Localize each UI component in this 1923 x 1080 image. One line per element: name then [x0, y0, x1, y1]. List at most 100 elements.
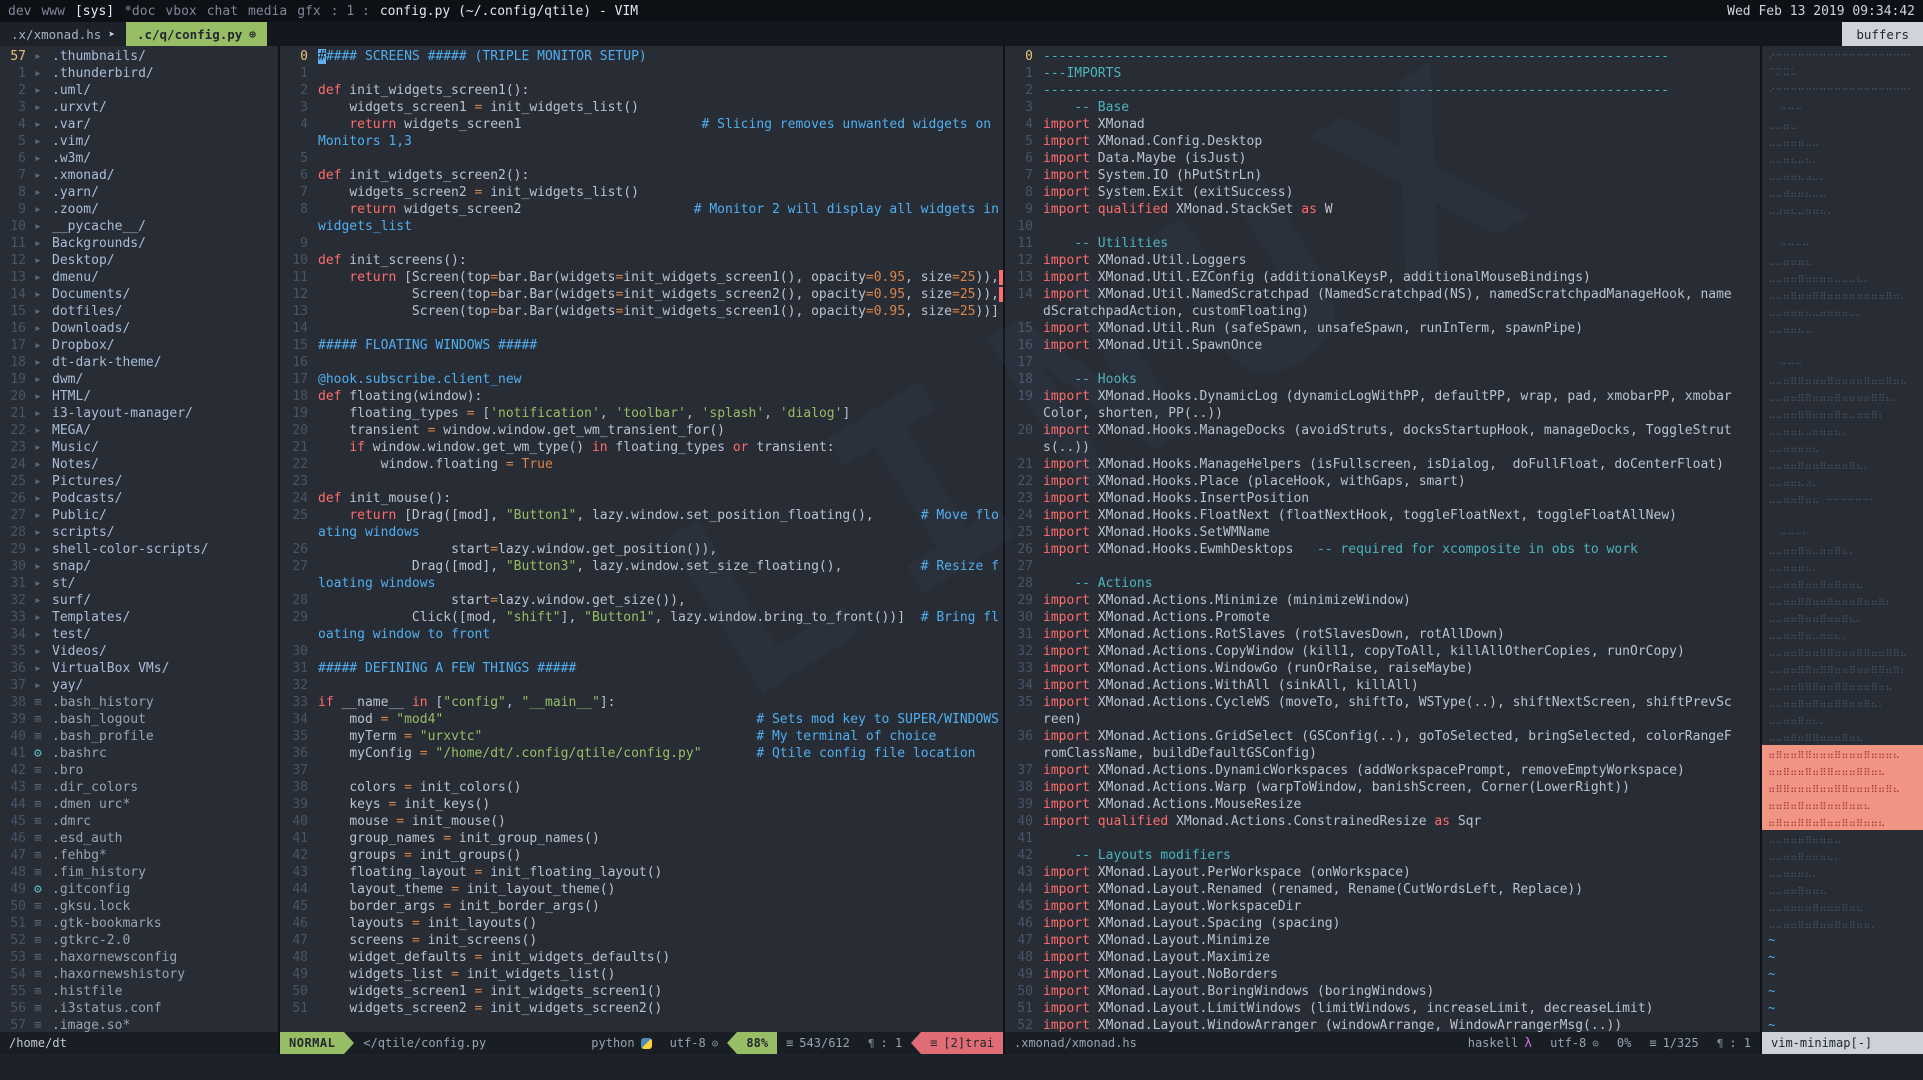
- tree-entry-Templates[interactable]: 33▸Templates/: [0, 609, 278, 626]
- code-line[interactable]: 14import XMonad.Util.NamedScratchpad (Na…: [1005, 286, 1760, 320]
- minimap-row[interactable]: ⣀⣀⣤⣤⣤⣤⣶⣤⣤⣤⣶⣤⣄: [1762, 898, 1923, 915]
- code-line[interactable]: 5: [280, 150, 1003, 167]
- command-line[interactable]: [0, 1054, 1923, 1080]
- tree-entry-surf[interactable]: 32▸surf/: [0, 592, 278, 609]
- minimap-highlight-row[interactable]: ⣤⣶⣤⣤⣶⣶⣤⣤⣤⣶⣤⣤⣤⣶⣤⣤⣤⣄: [1762, 745, 1923, 762]
- workspace-www[interactable]: www: [41, 4, 64, 19]
- tree-entry-bashprofile[interactable]: 40≡.bash_profile: [0, 728, 278, 745]
- code-line[interactable]: 27 Drag([mod], "Button3", lazy.window.se…: [280, 558, 1003, 592]
- code-line[interactable]: 48 widget_defaults = init_widgets_defaul…: [280, 949, 1003, 966]
- code-line[interactable]: 9: [280, 235, 1003, 252]
- code-line[interactable]: 32: [280, 677, 1003, 694]
- minimap-row[interactable]: ⣀⣀⣤⣤⣶⣤⣤⣄: [1762, 881, 1923, 898]
- tree-entry-Backgrounds[interactable]: 11▸Backgrounds/: [0, 235, 278, 252]
- code-line[interactable]: 50 widgets_screen1 = init_widgets_screen…: [280, 983, 1003, 1000]
- minimap-row[interactable]: ⣀⣀⣤⣤⣶⣤⣀⣤⣤⣄⡀: [1762, 626, 1923, 643]
- code-line[interactable]: 40 mouse = init_mouse(): [280, 813, 1003, 830]
- minimap-row[interactable]: ⣀⣀⣤⣤⣶⣤⣤⣶⣤⣶⣤⣤⣄: [1762, 575, 1923, 592]
- code-line[interactable]: 43 floating_layout = init_floating_layou…: [280, 864, 1003, 881]
- tree-entry-haxornewshistory[interactable]: 54≡.haxornewshistory: [0, 966, 278, 983]
- tree-entry-HTML[interactable]: 20▸HTML/: [0, 388, 278, 405]
- code-line[interactable]: 22import XMonad.Hooks.Place (placeHook, …: [1005, 473, 1760, 490]
- minimap-row[interactable]: ⣀⣀⣴⣤⣤⣄⣀⣀: [1762, 184, 1923, 201]
- minimap-row[interactable]: ⣀⣀⣤⣤⣤⣄⣀⣤⣤⣤⣤⣀⡀: [1762, 303, 1923, 320]
- tree-entry-bashrc[interactable]: 41⚙.bashrc: [0, 745, 278, 762]
- code-line[interactable]: 19import XMonad.Hooks.DynamicLog (dynami…: [1005, 388, 1760, 422]
- minimap-row[interactable]: ⣀⣀⣤⣤⣶⣤⣄⡀: [1762, 711, 1923, 728]
- tree-entry-thunderbird[interactable]: 1▸.thunderbird/: [0, 65, 278, 82]
- code-line[interactable]: 18 -- Hooks: [1005, 371, 1760, 388]
- tree-entry-zoom[interactable]: 9▸.zoom/: [0, 201, 278, 218]
- minimap-row[interactable]: ⠤⠤⠤: [1762, 354, 1923, 371]
- minimap-row[interactable]: ~: [1762, 949, 1923, 966]
- code-line[interactable]: 24import XMonad.Hooks.FloatNext (floatNe…: [1005, 507, 1760, 524]
- tab--c-q-config-py[interactable]: .c/q/config.py⊕: [126, 22, 267, 46]
- tree-entry-gtkbookmarks[interactable]: 51≡.gtk-bookmarks: [0, 915, 278, 932]
- code-line[interactable]: 4import XMonad: [1005, 116, 1760, 133]
- tree-entry-vim[interactable]: 5▸.vim/: [0, 133, 278, 150]
- code-line[interactable]: 33import XMonad.Actions.WindowGo (runOrR…: [1005, 660, 1760, 677]
- code-line[interactable]: 8import System.Exit (exitSuccess): [1005, 184, 1760, 201]
- code-line[interactable]: 51 widgets_screen2 = init_widgets_screen…: [280, 1000, 1003, 1017]
- code-line[interactable]: 19 floating_types = ['notification', 'to…: [280, 405, 1003, 422]
- minimap-row[interactable]: ⣀⣀⣤⣤⣤⣄⡀: [1762, 864, 1923, 881]
- minimap-row[interactable]: ⣀⣀⣤⣤⣶⣶⣤⣤⣤⣶⣤⣤⣤⣤⣶⣶⣄⡀: [1762, 388, 1923, 405]
- code-line[interactable]: 38import XMonad.Actions.Warp (warpToWind…: [1005, 779, 1760, 796]
- tab--x-xmonad-hs[interactable]: .x/xmonad.hs➤: [0, 22, 126, 46]
- code-line[interactable]: 25import XMonad.Hooks.SetWMName: [1005, 524, 1760, 541]
- minimap-row[interactable]: ⠤⠤⠤⠄: [1762, 524, 1923, 541]
- tree-entry-urxvt[interactable]: 3▸.urxvt/: [0, 99, 278, 116]
- tree-entry-var[interactable]: 4▸.var/: [0, 116, 278, 133]
- code-line[interactable]: 6def init_widgets_screen2():: [280, 167, 1003, 184]
- workspace-media[interactable]: media: [248, 4, 287, 19]
- code-line[interactable]: 40import qualified XMonad.Actions.Constr…: [1005, 813, 1760, 830]
- code-line[interactable]: 39import XMonad.Actions.MouseResize: [1005, 796, 1760, 813]
- tree-entry-Videos[interactable]: 35▸Videos/: [0, 643, 278, 660]
- minimap-row[interactable]: ~: [1762, 1017, 1923, 1032]
- tree-entry-Music[interactable]: 23▸Music/: [0, 439, 278, 456]
- tree-entry-dtdarktheme[interactable]: 18▸dt-dark-theme/: [0, 354, 278, 371]
- code-line[interactable]: 1: [280, 65, 1003, 82]
- minimap-row[interactable]: ⠔⠒⠒⠒⠒⠒⠒⠒⠒⠒⠒⠒⠒⠒⠒⠒⠒⠒⠒⠂: [1762, 82, 1923, 99]
- minimap-row[interactable]: ~: [1762, 932, 1923, 949]
- code-line[interactable]: 34 mod = "mod4" # Sets mod key to SUPER/…: [280, 711, 1003, 728]
- code-line[interactable]: 31import XMonad.Actions.RotSlaves (rotSl…: [1005, 626, 1760, 643]
- code-line[interactable]: 7 widgets_screen2 = init_widgets_list(): [280, 184, 1003, 201]
- code-line[interactable]: 45 border_args = init_border_args(): [280, 898, 1003, 915]
- minimap-row[interactable]: ⣀⣀⣤⣶⣶⣤⣤⣤⣶⣤⣤⣤⣤⣶⣤⣤⣶⣤⣄: [1762, 371, 1923, 388]
- tree-entry-imageso[interactable]: 57≡.image.so*: [0, 1017, 278, 1032]
- code-line[interactable]: 12import XMonad.Util.Loggers: [1005, 252, 1760, 269]
- code-line[interactable]: 31##### DEFINING A FEW THINGS #####: [280, 660, 1003, 677]
- tree-entry-fehbg[interactable]: 47≡.fehbg*: [0, 847, 278, 864]
- code-line[interactable]: 27: [1005, 558, 1760, 575]
- tree-entry-MEGA[interactable]: 22▸MEGA/: [0, 422, 278, 439]
- tree-entry-pycache[interactable]: 10▸__pycache__/: [0, 218, 278, 235]
- code-line[interactable]: 43import XMonad.Layout.PerWorkspace (onW…: [1005, 864, 1760, 881]
- code-line[interactable]: 10: [1005, 218, 1760, 235]
- code-line[interactable]: 26 start=lazy.window.get_position()),: [280, 541, 1003, 558]
- code-line[interactable]: 10def init_screens():: [280, 252, 1003, 269]
- tree-entry-test[interactable]: 34▸test/: [0, 626, 278, 643]
- file-tree[interactable]: 57▸.thumbnails/1▸.thunderbird/2▸.uml/3▸.…: [0, 46, 278, 1032]
- minimap[interactable]: ⠔⠒⠒⠒⠒⠒⠒⠒⠒⠒⠒⠒⠒⠒⠒⠒⠒⠒⠒⠂⠉⠍⠭⠥⠔⠒⠒⠒⠒⠒⠒⠒⠒⠒⠒⠒⠒⠒⠒⠒…: [1762, 46, 1923, 1032]
- minimap-row[interactable]: ~: [1762, 983, 1923, 1000]
- code-line[interactable]: 26import XMonad.Hooks.EwmhDesktops -- re…: [1005, 541, 1760, 558]
- tree-entry-VirtualBoxVMs[interactable]: 36▸VirtualBox VMs/: [0, 660, 278, 677]
- tree-entry-Pictures[interactable]: 25▸Pictures/: [0, 473, 278, 490]
- tree-entry-bashhistory[interactable]: 38≡.bash_history: [0, 694, 278, 711]
- code-line[interactable]: 23import XMonad.Hooks.InsertPosition: [1005, 490, 1760, 507]
- code-line[interactable]: 41: [1005, 830, 1760, 847]
- code-line[interactable]: 13 Screen(top=bar.Bar(widgets=init_widge…: [280, 303, 1003, 320]
- tree-entry-st[interactable]: 31▸st/: [0, 575, 278, 592]
- code-line[interactable]: 33if __name__ in ["config", "__main__"]:: [280, 694, 1003, 711]
- code-line[interactable]: 35 myTerm = "urxvtc" # My terminal of ch…: [280, 728, 1003, 745]
- tree-entry-scripts[interactable]: 28▸scripts/: [0, 524, 278, 541]
- minimap-highlight-row[interactable]: ⣤⣤⣶⣤⣤⣶⣤⣶⣶⣤⣤⣤⣶⣶⣤⣄: [1762, 762, 1923, 779]
- workspace-sys[interactable]: [sys]: [75, 4, 114, 19]
- code-line[interactable]: 16import XMonad.Util.SpawnOnce: [1005, 337, 1760, 354]
- minimap-highlight-row[interactable]: ⣤⣶⣶⣤⣤⣤⣶⣤⣤⣶⣶⣤⣤⣤⣶⣤⣶⣄: [1762, 779, 1923, 796]
- code-line[interactable]: 29 Click([mod, "shift"], "Button1", lazy…: [280, 609, 1003, 643]
- minimap-row[interactable]: ⣀⣀⣤⣤⣶⣤⣤⣶⣤⣤⣶⣄⡀: [1762, 609, 1923, 626]
- code-line[interactable]: 21import XMonad.Hooks.ManageHelpers (isF…: [1005, 456, 1760, 473]
- code-line[interactable]: 1---IMPORTS: [1005, 65, 1760, 82]
